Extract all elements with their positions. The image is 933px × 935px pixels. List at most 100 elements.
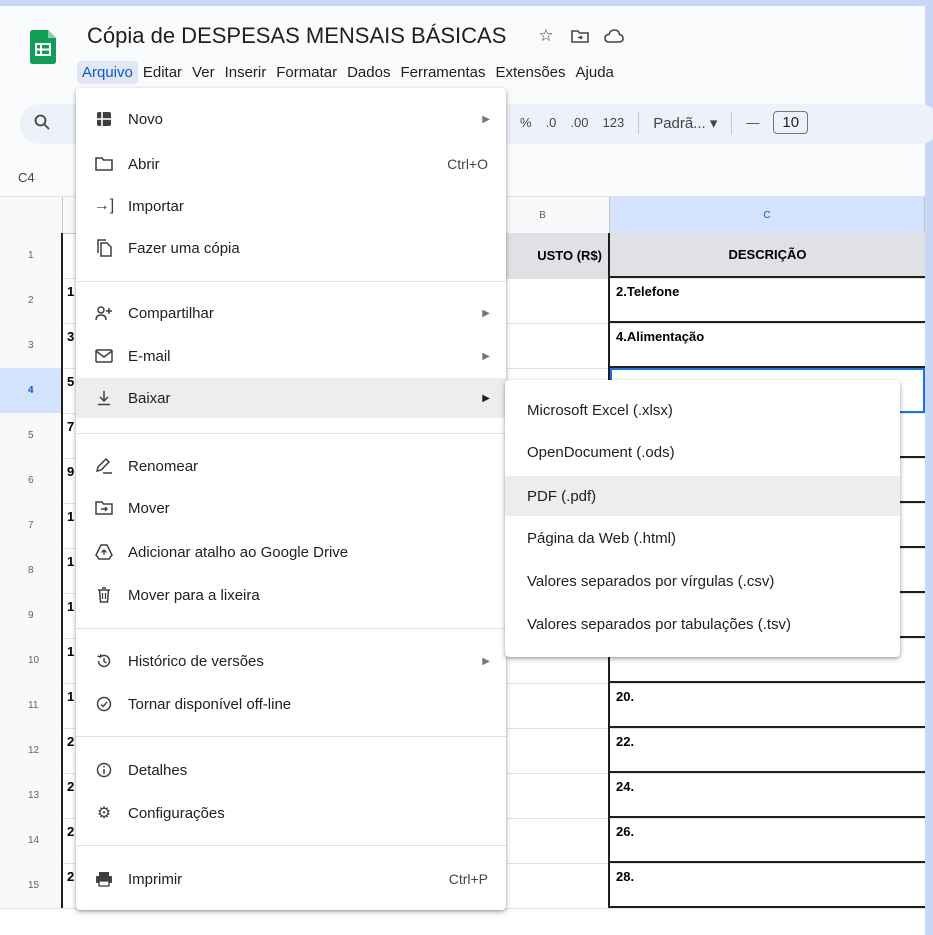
menu-item-email[interactable]: E-mail ▶: [76, 336, 506, 376]
cell-c14[interactable]: 26.: [610, 818, 925, 863]
menu-arquivo[interactable]: Arquivo: [77, 61, 138, 84]
star-icon[interactable]: ☆: [535, 25, 557, 47]
menu-item-novo[interactable]: Novo ▶: [76, 99, 506, 139]
cloud-status-icon[interactable]: [603, 25, 625, 47]
menu-item-baixar[interactable]: Baixar ▶: [76, 378, 506, 418]
cell-c2[interactable]: 2.Telefone: [610, 278, 925, 323]
row-header[interactable]: 13: [0, 773, 63, 818]
offline-check-icon: [94, 694, 114, 714]
menu-item-label: Renomear: [128, 457, 199, 475]
decrease-font-size-button[interactable]: —: [746, 115, 759, 130]
menu-item-label: Novo: [128, 110, 164, 128]
menu-item-historico-versoes[interactable]: Histórico de versões ▶: [76, 641, 506, 681]
menu-item-imprimir[interactable]: Imprimir Ctrl+P: [76, 859, 506, 899]
font-size-input[interactable]: 10: [773, 111, 809, 134]
row-header[interactable]: 15: [0, 863, 63, 908]
menu-ajuda[interactable]: Ajuda: [571, 61, 619, 84]
menu-item-offline[interactable]: Tornar disponível off-line: [76, 684, 506, 724]
row-header[interactable]: 8: [0, 548, 63, 593]
cell-c11[interactable]: 20.: [610, 683, 925, 728]
menu-item-compartilhar[interactable]: Compartilhar ▶: [76, 293, 506, 333]
chevron-down-icon: ▾: [709, 114, 718, 132]
menu-item-label: Importar: [128, 197, 184, 215]
row-header[interactable]: 1: [0, 233, 63, 278]
shortcut-label: Ctrl+O: [447, 156, 488, 172]
row-header[interactable]: 5: [0, 413, 63, 458]
row-header[interactable]: 12: [0, 728, 63, 773]
menu-item-detalhes[interactable]: Detalhes: [76, 750, 506, 790]
submenu-arrow-icon: ▶: [482, 307, 490, 319]
mail-icon: [94, 346, 114, 366]
menu-item-configuracoes[interactable]: ⚙ Configurações: [76, 793, 506, 833]
menu-item-label: E-mail: [128, 347, 171, 365]
sheets-logo-icon[interactable]: [30, 30, 56, 64]
menu-item-importar[interactable]: →] Importar: [76, 186, 506, 226]
print-icon: [94, 869, 114, 889]
row-header[interactable]: 2: [0, 278, 63, 323]
more-formats-button[interactable]: 123: [602, 115, 624, 130]
row-header[interactable]: 9: [0, 593, 63, 638]
row-header[interactable]: 6: [0, 458, 63, 503]
drive-shortcut-icon: [94, 542, 114, 562]
baixar-submenu: Microsoft Excel (.xlsx) OpenDocument (.o…: [505, 380, 900, 657]
menu-inserir[interactable]: Inserir: [220, 61, 272, 84]
menu-ferramentas[interactable]: Ferramentas: [395, 61, 490, 84]
download-csv[interactable]: Valores separados por vírgulas (.csv): [505, 561, 900, 601]
menu-bar: Arquivo Editar Ver Inserir Formatar Dado…: [77, 61, 619, 84]
toolbar-divider: [638, 111, 640, 134]
column-header-c[interactable]: C: [610, 197, 925, 233]
row-header[interactable]: 3: [0, 323, 63, 368]
download-tsv[interactable]: Valores separados por tabulações (.tsv): [505, 604, 900, 644]
document-title[interactable]: Cópia de DESPESAS MENSAIS BÁSICAS: [87, 23, 506, 49]
move-folder-icon[interactable]: [569, 25, 591, 47]
submenu-arrow-icon: ▶: [482, 113, 490, 125]
cell-c13[interactable]: 24.: [610, 773, 925, 818]
menu-item-label: Fazer uma cópia: [128, 239, 240, 257]
download-html[interactable]: Página da Web (.html): [505, 518, 900, 558]
menu-item-abrir[interactable]: Abrir Ctrl+O: [76, 144, 506, 184]
menu-item-label: Mover: [128, 499, 170, 517]
menu-extensoes[interactable]: Extensões: [490, 61, 570, 84]
menu-editar[interactable]: Editar: [138, 61, 187, 84]
row-header[interactable]: 10: [0, 638, 63, 683]
share-person-add-icon: [94, 303, 114, 323]
download-xlsx[interactable]: Microsoft Excel (.xlsx): [505, 390, 900, 430]
app-header: Cópia de DESPESAS MENSAIS BÁSICAS ☆ Arqu…: [0, 6, 925, 96]
menu-divider: [76, 281, 506, 282]
menu-item-adicionar-atalho[interactable]: Adicionar atalho ao Google Drive: [76, 532, 506, 572]
menu-item-label: Abrir: [128, 155, 160, 173]
cell-c1[interactable]: DESCRIÇÃO: [610, 233, 925, 278]
search-menus-icon[interactable]: [34, 114, 50, 134]
menu-item-mover[interactable]: Mover: [76, 488, 506, 528]
cell-c3[interactable]: 4.Alimentação: [610, 323, 925, 368]
font-family-select[interactable]: Padrã... ▾: [653, 114, 717, 132]
cell-c12[interactable]: 22.: [610, 728, 925, 773]
row-header[interactable]: 4: [0, 368, 63, 413]
row-header[interactable]: 11: [0, 683, 63, 728]
download-pdf[interactable]: PDF (.pdf): [505, 476, 900, 516]
menu-item-lixeira[interactable]: Mover para a lixeira: [76, 575, 506, 615]
menu-formatar[interactable]: Formatar: [271, 61, 342, 84]
format-percent-button[interactable]: %: [520, 115, 532, 130]
submenu-arrow-icon: ▶: [482, 655, 490, 667]
name-box[interactable]: C4: [18, 170, 35, 185]
menu-ver[interactable]: Ver: [187, 61, 220, 84]
row-header[interactable]: 7: [0, 503, 63, 548]
menu-divider: [76, 845, 506, 846]
menu-divider: [76, 433, 506, 434]
menu-item-label: Baixar: [128, 389, 171, 407]
menu-item-fazer-copia[interactable]: Fazer uma cópia: [76, 228, 506, 268]
toolbar-divider: [731, 111, 733, 134]
rename-pencil-icon: [94, 456, 114, 476]
decrease-decimals-button[interactable]: .0: [546, 115, 557, 130]
menu-item-renomear[interactable]: Renomear: [76, 446, 506, 486]
download-ods[interactable]: OpenDocument (.ods): [505, 432, 900, 472]
select-all-corner[interactable]: [0, 197, 63, 233]
menu-divider: [76, 628, 506, 629]
menu-item-label: Configurações: [128, 804, 225, 822]
cell-c15[interactable]: 28.: [610, 863, 925, 908]
menu-dados[interactable]: Dados: [342, 61, 395, 84]
row-header[interactable]: 14: [0, 818, 63, 863]
arquivo-menu: Novo ▶ Abrir Ctrl+O →] Importar Fazer um…: [76, 88, 506, 910]
increase-decimals-button[interactable]: .00: [570, 115, 588, 130]
